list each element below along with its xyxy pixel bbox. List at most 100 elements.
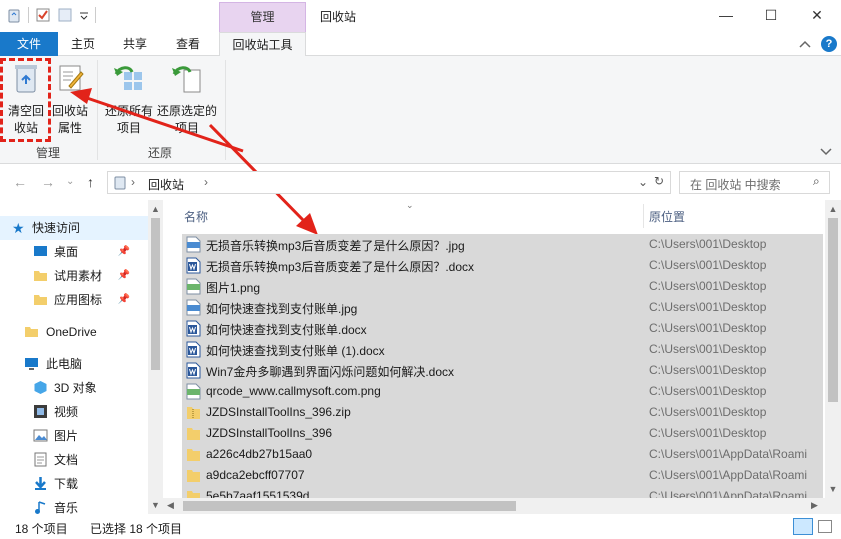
png-icon bbox=[186, 278, 201, 295]
breadcrumb-separator-icon: › bbox=[131, 175, 135, 189]
folder-icon bbox=[34, 295, 47, 305]
item-count: 18 个项目 bbox=[15, 522, 68, 536]
breadcrumb-chevron-icon[interactable]: › bbox=[204, 175, 208, 189]
horizontal-scrollbar[interactable]: ◀ ▶ bbox=[163, 498, 841, 514]
file-row[interactable]: a9dca2ebcff07707 C:\Users\001\AppData\Roa… bbox=[182, 465, 823, 486]
nav-item-3d-objects[interactable]: 3D 对象 bbox=[0, 376, 148, 400]
nav-scroll-thumb[interactable] bbox=[151, 218, 160, 370]
scroll-left-icon[interactable]: ◀ bbox=[167, 500, 174, 511]
file-original-location: C:\Users\001\Desktop bbox=[649, 405, 767, 419]
documents-icon bbox=[34, 452, 47, 467]
music-icon bbox=[35, 501, 46, 514]
recent-dropdown-icon[interactable]: ⌄ bbox=[66, 176, 74, 187]
address-row: ← → ⌄ ↑ › 回收站 › ⌄ ↻ 在 回收站 中搜索 ⌕ bbox=[0, 165, 841, 200]
file-name: 如何快速查找到支付账单.docx bbox=[206, 323, 367, 337]
computer-icon bbox=[25, 358, 38, 370]
file-row[interactable]: a226c4db27b15aa0 C:\Users\001\AppData\Roa… bbox=[182, 444, 823, 465]
large-icons-view-icon[interactable] bbox=[818, 520, 832, 533]
refresh-icon[interactable]: ↻ bbox=[654, 174, 664, 188]
status-bar: 18 个项目 已选择 18 个项目 bbox=[0, 514, 841, 539]
scroll-down-icon[interactable]: ▼ bbox=[148, 500, 163, 510]
recycle-bin-icon bbox=[114, 176, 126, 190]
nav-label: 文档 bbox=[54, 453, 79, 467]
file-row[interactable]: 如何快速查找到支付账单.jpg C:\Users\001\Desktop bbox=[182, 297, 823, 318]
horizontal-scroll-thumb[interactable] bbox=[183, 501, 516, 511]
nav-label: 快速访问 bbox=[32, 221, 81, 235]
scroll-down-icon[interactable]: ▼ bbox=[825, 484, 841, 494]
pin-icon[interactable]: 📌 bbox=[118, 240, 130, 264]
file-row[interactable]: JZDSInstallToolIns_396.zip C:\Users\001\D… bbox=[182, 402, 823, 423]
file-row[interactable]: JZDSInstallToolIns_396 C:\Users\001\Deskt… bbox=[182, 423, 823, 444]
nav-label: 此电脑 bbox=[46, 357, 83, 371]
file-original-location: C:\Users\001\Desktop bbox=[649, 237, 767, 251]
pictures-icon bbox=[33, 429, 48, 442]
file-original-location: C:\Users\001\Desktop bbox=[649, 363, 767, 377]
nav-item-pictures[interactable]: 图片 bbox=[0, 424, 148, 448]
folder-icon bbox=[34, 271, 47, 281]
file-original-location: C:\Users\001\AppData\Roami bbox=[649, 468, 808, 482]
download-icon bbox=[35, 477, 46, 490]
file-row[interactable]: 无损音乐转换mp3后音质变差了是什么原因？.docx C:\Users\001\D… bbox=[182, 255, 823, 276]
nav-item-app-icons[interactable]: 应用图标 📌 bbox=[0, 288, 148, 312]
onedrive-folder-icon bbox=[25, 327, 38, 337]
sort-indicator-icon: ⌄ bbox=[406, 200, 414, 210]
nav-item-quick-access[interactable]: ★ 快速访问 bbox=[0, 216, 148, 240]
column-original-location[interactable]: 原位置 bbox=[649, 208, 685, 225]
pin-icon[interactable]: 📌 bbox=[118, 288, 130, 312]
scroll-up-icon[interactable]: ▲ bbox=[825, 204, 841, 214]
jpg-icon bbox=[186, 299, 201, 316]
column-header: ⌄ 名称 原位置 bbox=[163, 200, 825, 230]
file-original-location: C:\Users\001\Desktop bbox=[649, 426, 767, 440]
search-icon[interactable]: ⌕ bbox=[813, 174, 820, 189]
nav-label: 应用图标 bbox=[54, 293, 103, 307]
file-row[interactable]: Win7金舟多聊遇到界面闪烁问题如何解决.docx C:\Users\001\De… bbox=[182, 360, 823, 381]
file-row[interactable]: qrcode_www.callmysoft.com.png C:\Users\00… bbox=[182, 381, 823, 402]
nav-item-this-pc[interactable]: 此电脑 bbox=[0, 352, 148, 376]
file-name: 如何快速查找到支付账单 (1).docx bbox=[206, 344, 385, 358]
file-original-location: C:\Users\001\Desktop bbox=[649, 300, 767, 314]
breadcrumb-recycle-bin[interactable]: 回收站 bbox=[148, 176, 184, 193]
file-row[interactable]: 如何快速查找到支付账单 (1).docx C:\Users\001\Desktop bbox=[182, 339, 823, 360]
nav-item-desktop[interactable]: 桌面 📌 bbox=[0, 240, 148, 264]
nav-scrollbar[interactable]: ▲ ▼ bbox=[148, 200, 163, 514]
forward-icon[interactable]: → bbox=[41, 174, 55, 190]
file-list-scroll-thumb[interactable] bbox=[828, 218, 838, 402]
file-original-location: C:\Users\001\Desktop bbox=[649, 258, 767, 272]
file-name: JZDSInstallToolIns_396 bbox=[206, 426, 333, 440]
scroll-right-icon[interactable]: ▶ bbox=[811, 500, 818, 511]
word-icon bbox=[186, 320, 201, 337]
nav-item-onedrive[interactable]: OneDrive bbox=[0, 320, 148, 344]
nav-item-documents[interactable]: 文档 bbox=[0, 448, 148, 472]
star-icon: ★ bbox=[12, 220, 25, 236]
cube-icon bbox=[34, 381, 47, 394]
nav-item-test-material[interactable]: 试用素材 📌 bbox=[0, 264, 148, 288]
file-name: 图片1.png bbox=[206, 281, 261, 295]
nav-item-video[interactable]: 视频 bbox=[0, 400, 148, 424]
folder-icon bbox=[186, 488, 201, 498]
nav-item-downloads[interactable]: 下载 bbox=[0, 472, 148, 496]
word-icon bbox=[186, 257, 201, 274]
search-input[interactable]: 在 回收站 中搜索 bbox=[690, 176, 781, 193]
file-row[interactable]: 5e5b7aaf1551539d C:\Users\001\AppData\Roa… bbox=[182, 486, 823, 498]
nav-label: 试用素材 bbox=[54, 269, 103, 283]
address-bar[interactable]: › 回收站 › ⌄ ↻ bbox=[107, 171, 671, 194]
file-list-scrollbar[interactable]: ▲ ▼ bbox=[825, 200, 841, 498]
up-icon[interactable]: ↑ bbox=[87, 174, 94, 190]
column-name[interactable]: 名称 bbox=[184, 208, 208, 225]
file-row[interactable]: 图片1.png C:\Users\001\Desktop bbox=[182, 276, 823, 297]
details-view-icon[interactable] bbox=[793, 518, 813, 535]
scroll-up-icon[interactable]: ▲ bbox=[148, 204, 163, 214]
nav-label: OneDrive bbox=[46, 325, 97, 339]
search-box[interactable]: 在 回收站 中搜索 ⌕ bbox=[679, 171, 830, 194]
pin-icon[interactable]: 📌 bbox=[118, 264, 130, 288]
back-icon[interactable]: ← bbox=[13, 174, 27, 190]
arrowhead-left bbox=[70, 88, 92, 104]
file-original-location: C:\Users\001\AppData\Roami bbox=[649, 447, 808, 461]
nav-label: 桌面 bbox=[54, 245, 79, 259]
nav-label: 视频 bbox=[54, 405, 79, 419]
address-dropdown-icon[interactable]: ⌄ bbox=[638, 175, 648, 189]
file-row[interactable]: 如何快速查找到支付账单.docx C:\Users\001\Desktop bbox=[182, 318, 823, 339]
column-separator[interactable] bbox=[643, 204, 644, 228]
file-row[interactable]: 无损音乐转换mp3后音质变差了是什么原因？.jpg C:\Users\001\De… bbox=[182, 234, 823, 255]
file-name: a9dca2ebcff07707 bbox=[206, 468, 305, 482]
